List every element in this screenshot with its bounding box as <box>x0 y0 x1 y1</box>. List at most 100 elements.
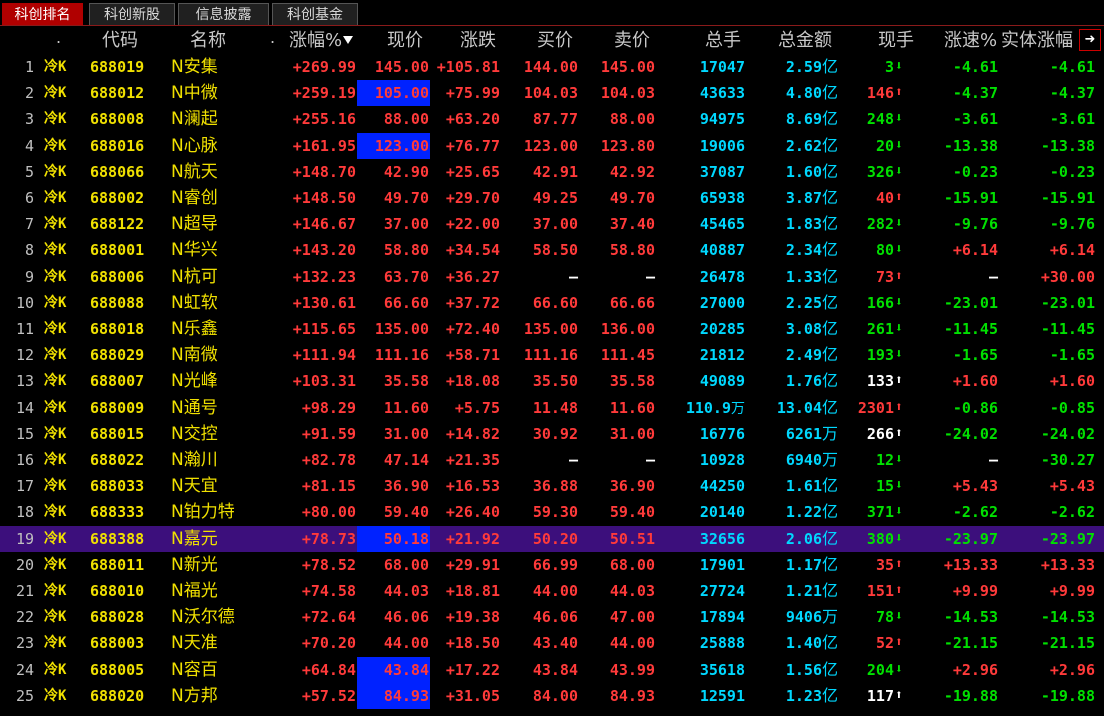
last-volume: 248 <box>866 110 894 128</box>
total-volume: 21812 <box>672 342 745 368</box>
total-amount: 4.80亿 <box>753 80 838 106</box>
header-body-change[interactable]: 实体涨幅 <box>1001 29 1073 53</box>
row-tag: 冷K <box>44 557 67 573</box>
tab-kechuang-ranking[interactable]: 科创排名 <box>2 3 83 25</box>
table-row[interactable]: 22 冷K 688028 N沃尔德 +72.64 46.06 +19.38 46.06 47.0… <box>0 604 1104 630</box>
total-volume: 27000 <box>672 290 745 316</box>
stock-name: N新光 <box>171 555 218 575</box>
bid-price: 44.00 <box>532 582 578 600</box>
change-speed: -13.38 <box>943 137 998 155</box>
change-speed: -21.15 <box>943 634 998 652</box>
header-change[interactable]: 涨跌 <box>460 29 496 53</box>
table-row[interactable]: 21 冷K 688010 N福光 +74.58 44.03 +18.81 44.00 44.03… <box>0 578 1104 604</box>
change-speed: +2.96 <box>952 661 998 679</box>
header-speed[interactable]: 涨速% <box>944 29 997 53</box>
body-change: -2.62 <box>1049 503 1095 521</box>
table-row[interactable]: 14 冷K 688009 N通号 +98.29 11.60 +5.75 11.48 11.60 1… <box>0 395 1104 421</box>
header-dot-2: . <box>270 28 276 47</box>
change-pct: +70.20 <box>301 634 356 652</box>
expand-columns-icon[interactable]: ➜ <box>1079 29 1101 51</box>
tab-kechuang-fund[interactable]: 科创基金 <box>272 3 358 25</box>
header-price[interactable]: 现价 <box>387 29 423 53</box>
total-amount: 1.22亿 <box>753 499 838 525</box>
ask-price: 36.90 <box>609 477 655 495</box>
table-row[interactable]: 23 冷K 688003 N天准 +70.20 44.00 +18.50 43.40 44.00… <box>0 630 1104 656</box>
row-index: 16 <box>15 451 34 469</box>
table-row[interactable]: 18 冷K 688333 N铂力特 +80.00 59.40 +26.40 59.30 59.4… <box>0 499 1104 525</box>
total-volume: 19006 <box>672 133 745 159</box>
total-amount-unit: 亿 <box>821 371 838 390</box>
last-volume: 151 <box>866 582 894 600</box>
bid-price: 59.30 <box>532 503 578 521</box>
total-amount-value: 1.23 <box>785 687 822 705</box>
tab-info-disclosure[interactable]: 信息披露 <box>178 3 269 25</box>
table-row[interactable]: 4 冷K 688016 N心脉 +161.95 123.00 +76.77 123.00 123… <box>0 133 1104 159</box>
change-amount: +16.53 <box>445 477 500 495</box>
table-row[interactable]: 11 冷K 688018 N乐鑫 +115.65 135.00 +72.40 135.00 13… <box>0 316 1104 342</box>
change-pct: +64.84 <box>301 661 356 679</box>
stock-code: 688088 <box>90 294 145 312</box>
arrow-down-icon: ⬇ <box>895 662 903 677</box>
bid-price: 43.84 <box>532 661 578 679</box>
arrow-up-icon: ⬆ <box>895 557 903 572</box>
table-row[interactable]: 15 冷K 688015 N交控 +91.59 31.00 +14.82 30.92 31.00… <box>0 421 1104 447</box>
row-tag: 冷K <box>44 138 67 154</box>
table-row[interactable]: 6 冷K 688002 N睿创 +148.50 49.70 +29.70 49.25 49.70… <box>0 185 1104 211</box>
total-amount-unit: 亿 <box>821 502 838 521</box>
tab-kechuang-new-stocks[interactable]: 科创新股 <box>89 3 175 25</box>
total-volume: 35618 <box>672 657 745 683</box>
table-row[interactable]: 17 冷K 688033 N天宜 +81.15 36.90 +16.53 36.88 36.90… <box>0 473 1104 499</box>
table-row[interactable]: 25 冷K 688020 N方邦 +57.52 84.93 +31.05 84.00 84.93… <box>0 683 1104 709</box>
table-row[interactable]: 12 冷K 688029 N南微 +111.94 111.16 +58.71 111.16 11… <box>0 342 1104 368</box>
header-ask[interactable]: 卖价 <box>614 29 650 53</box>
table-row[interactable]: 13 冷K 688007 N光峰 +103.31 35.58 +18.08 35.50 35.5… <box>0 368 1104 394</box>
total-volume-value: 19006 <box>699 137 745 155</box>
total-amount-unit: 万 <box>821 424 838 443</box>
last-volume: 20 <box>875 137 894 155</box>
change-speed: -24.02 <box>943 425 998 443</box>
table-row[interactable]: 3 冷K 688008 N澜起 +255.16 88.00 +63.20 87.77 88.00… <box>0 106 1104 132</box>
body-change: -23.97 <box>1040 530 1095 548</box>
header-volume[interactable]: 总手 <box>705 29 741 53</box>
header-amount[interactable]: 总金额 <box>778 29 832 53</box>
change-speed: -11.45 <box>943 320 998 338</box>
stock-code: 688019 <box>90 58 145 76</box>
arrow-up-icon: ⬆ <box>895 190 903 205</box>
header-change-pct[interactable]: 涨幅% <box>289 29 354 53</box>
table-row[interactable]: 2 冷K 688012 N中微 +259.19 105.00 +75.99 104.03 104… <box>0 80 1104 106</box>
table-row[interactable]: 19 冷K 688388 N嘉元 +78.73 50.18 +21.92 50.20 50.51… <box>0 526 1104 552</box>
table-row[interactable]: 7 冷K 688122 N超导 +146.67 37.00 +22.00 37.00 37.40… <box>0 211 1104 237</box>
table-row[interactable]: 9 冷K 688006 N杭可 +132.23 63.70 +36.27 — — 26478 1.3… <box>0 264 1104 290</box>
table-row[interactable]: 16 冷K 688022 N瀚川 +82.78 47.14 +21.35 — — 10928 694… <box>0 447 1104 473</box>
header-last-volume[interactable]: 现手 <box>878 29 914 53</box>
arrow-down-icon: ⬇ <box>895 59 903 74</box>
total-volume-value: 27000 <box>699 294 745 312</box>
stock-name: N虹软 <box>171 293 218 313</box>
total-volume-value: 20140 <box>699 503 745 521</box>
stock-code: 688029 <box>90 346 145 364</box>
change-amount: +29.70 <box>445 189 500 207</box>
table-row[interactable]: 1 冷K 688019 N安集 +269.99 145.00 +105.81 144.00 14… <box>0 54 1104 80</box>
header-dot: . <box>56 28 62 47</box>
table-row[interactable]: 20 冷K 688011 N新光 +78.52 68.00 +29.91 66.99 68.00… <box>0 552 1104 578</box>
change-amount: +76.77 <box>445 137 500 155</box>
header-bid[interactable]: 买价 <box>537 29 573 53</box>
table-row[interactable]: 8 冷K 688001 N华兴 +143.20 58.80 +34.54 58.50 58.80… <box>0 237 1104 263</box>
stock-name: N瀚川 <box>171 450 218 470</box>
table-row[interactable]: 24 冷K 688005 N容百 +64.84 43.84 +17.22 43.84 43.99… <box>0 657 1104 683</box>
table-row[interactable]: 10 冷K 688088 N虹软 +130.61 66.60 +37.72 66.60 66.6… <box>0 290 1104 316</box>
change-speed: -15.91 <box>943 189 998 207</box>
body-change: +6.14 <box>1049 241 1095 259</box>
current-price: 111.16 <box>374 346 429 364</box>
row-tag: 冷K <box>44 111 67 127</box>
table-row[interactable]: 5 冷K 688066 N航天 +148.70 42.90 +25.65 42.91 42.92… <box>0 159 1104 185</box>
header-code[interactable]: 代码 <box>102 29 138 53</box>
total-volume-value: 43633 <box>699 84 745 102</box>
total-amount-value: 8.69 <box>785 110 822 128</box>
header-name[interactable]: 名称 <box>190 29 226 53</box>
change-pct: +148.50 <box>292 189 356 207</box>
last-volume: 35 <box>875 556 894 574</box>
total-volume-value: 49089 <box>699 372 745 390</box>
row-tag: 冷K <box>44 400 67 416</box>
total-amount-value: 2.06 <box>785 530 822 548</box>
